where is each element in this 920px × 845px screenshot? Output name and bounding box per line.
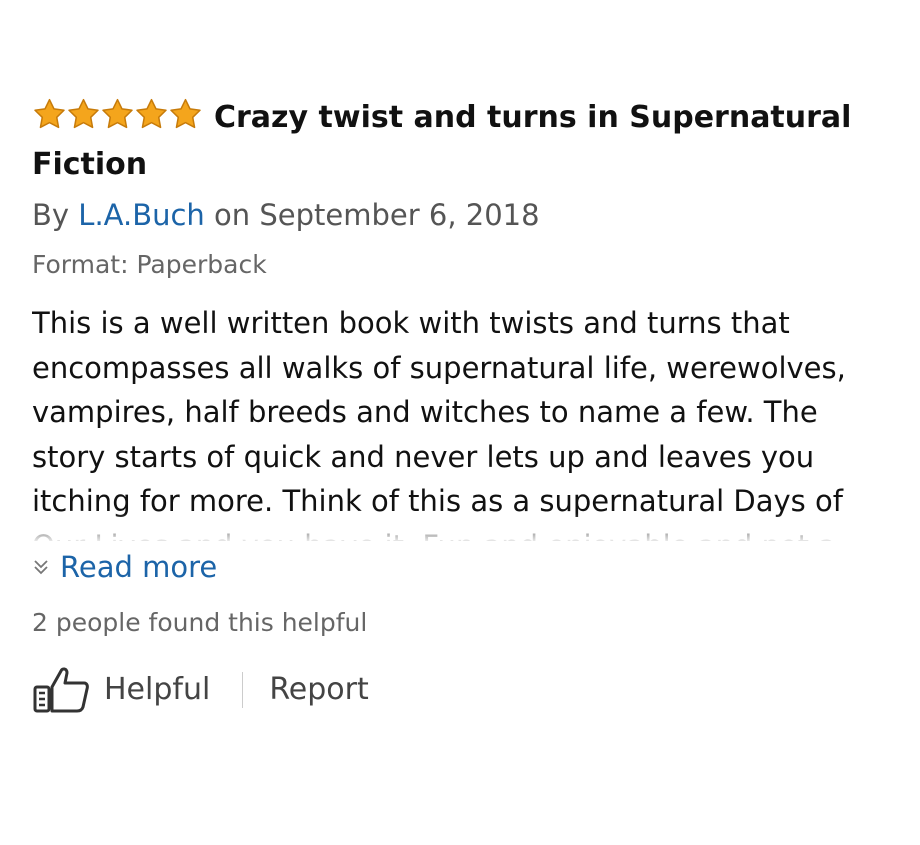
helpful-count: 2 people found this helpful bbox=[32, 608, 368, 637]
format-label: Format: Paperback bbox=[32, 250, 267, 279]
review-byline: By L.A.Buch on September 6, 2018 bbox=[32, 195, 892, 235]
review-date: on September 6, 2018 bbox=[214, 198, 540, 232]
star-icon bbox=[34, 98, 65, 129]
review-actions: Helpful Report bbox=[32, 665, 892, 715]
star-icon bbox=[68, 98, 99, 129]
action-divider bbox=[242, 672, 244, 708]
review-body: This is a well written book with twists … bbox=[32, 301, 892, 541]
report-button[interactable]: Report bbox=[269, 668, 368, 712]
helpful-label: Helpful bbox=[104, 672, 211, 707]
read-more-link[interactable]: Read more bbox=[32, 547, 892, 587]
star-icon bbox=[170, 98, 201, 129]
star-icon bbox=[136, 98, 167, 129]
star-icon bbox=[102, 98, 133, 129]
read-more-label: Read more bbox=[60, 550, 218, 584]
review-card: Crazy twist and turns in Supernatural Fi… bbox=[32, 96, 892, 715]
double-chevron-down-icon bbox=[34, 560, 48, 575]
thumbs-up-icon bbox=[33, 667, 89, 713]
helpful-button[interactable]: Helpful bbox=[32, 665, 210, 715]
review-title-row: Crazy twist and turns in Supernatural Fi… bbox=[32, 96, 892, 187]
by-prefix: By bbox=[32, 198, 70, 232]
author-link[interactable]: L.A.Buch bbox=[78, 198, 205, 232]
star-rating bbox=[32, 98, 202, 143]
